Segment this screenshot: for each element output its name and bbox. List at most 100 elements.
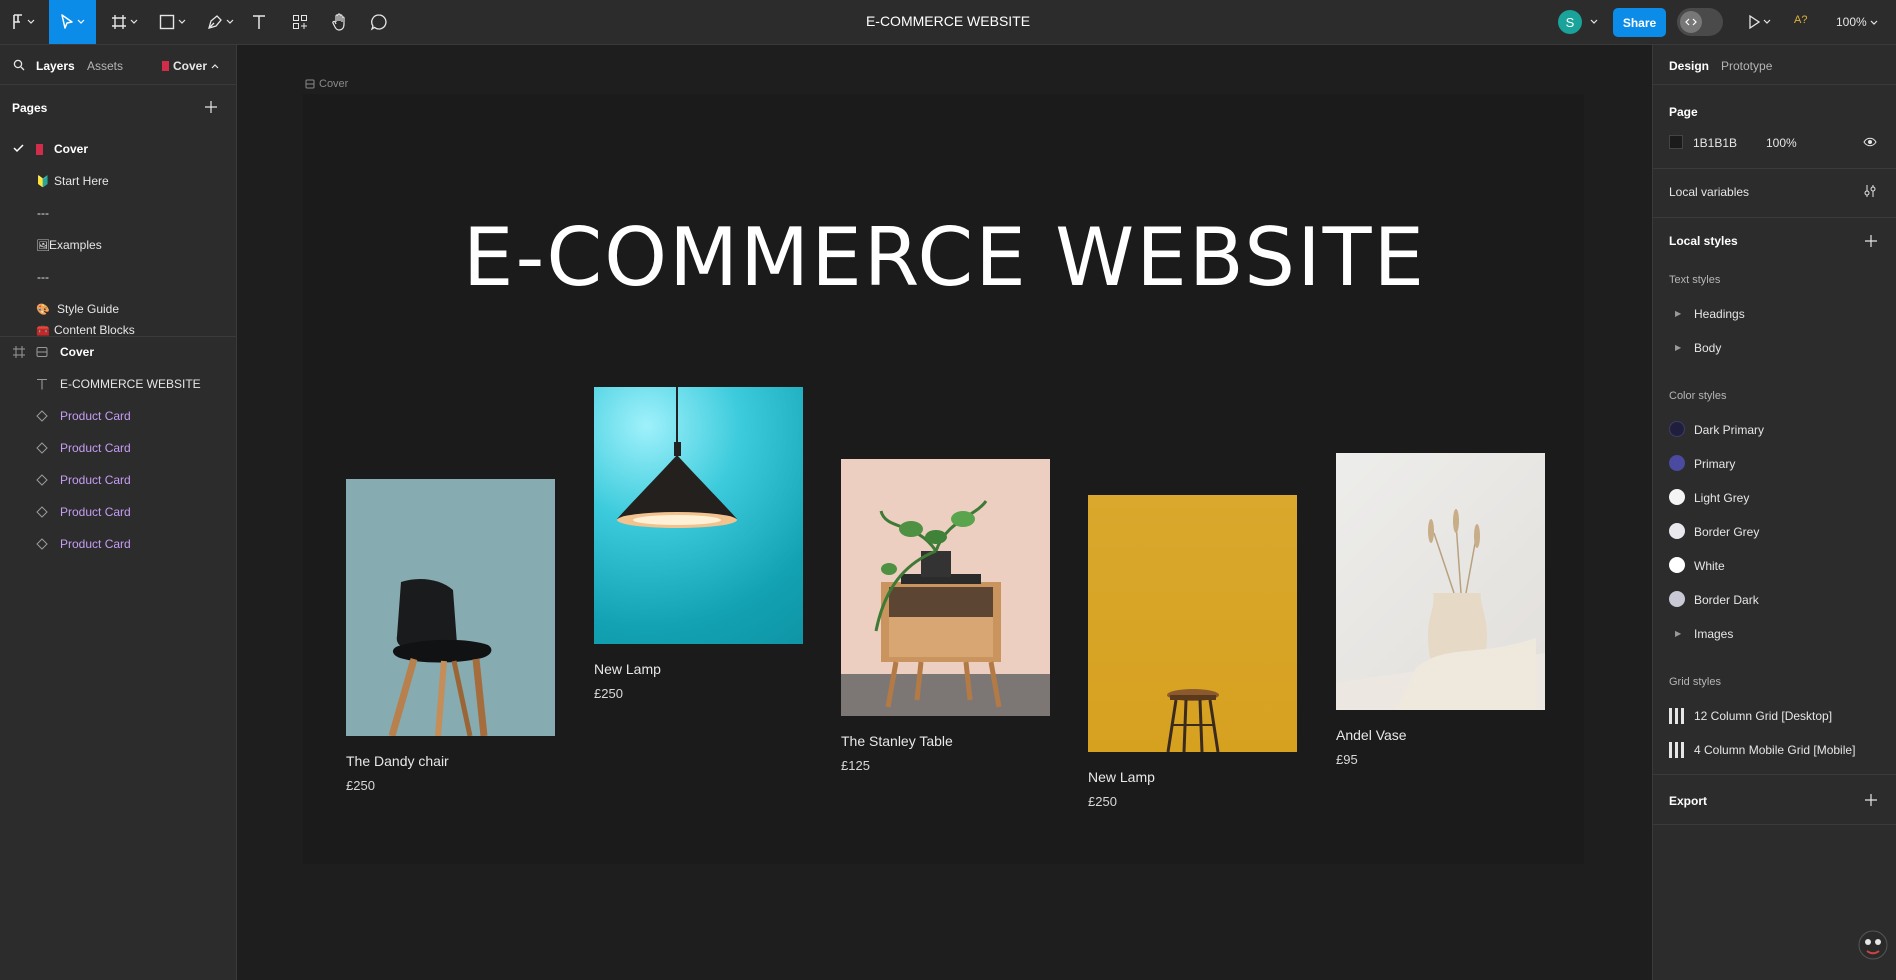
color-style-name[interactable]: White — [1694, 559, 1725, 573]
color-swatch[interactable] — [1669, 421, 1685, 437]
color-styles-title: Color styles — [1669, 390, 1727, 402]
page-item-start-here[interactable]: 🔰 Start Here — [0, 170, 236, 192]
layer-row-component[interactable]: Product Card — [0, 533, 236, 555]
comment-tool-button[interactable] — [366, 0, 392, 44]
page-item-style-guide[interactable]: 🎨 Style Guide — [0, 298, 236, 320]
color-style-name[interactable]: Light Grey — [1694, 491, 1749, 505]
add-style-icon[interactable] — [1865, 235, 1877, 247]
canvas[interactable]: Cover E-COMMERCE WEBSITE The Dandy chair… — [237, 45, 1652, 980]
color-style-name[interactable]: Dark Primary — [1694, 423, 1764, 437]
resources-tool-button[interactable] — [287, 0, 313, 44]
page-item-divider[interactable]: --- — [0, 202, 236, 224]
expand-icon[interactable]: ▶ — [1675, 343, 1681, 352]
page-color-input[interactable]: 1B1B1B — [1693, 136, 1737, 150]
layer-label: Product Card — [60, 473, 131, 487]
color-style-name[interactable]: Border Dark — [1694, 593, 1759, 607]
product-price: £250 — [346, 778, 375, 793]
product-price: £250 — [594, 686, 623, 701]
page-item-divider[interactable]: --- — [0, 266, 236, 288]
text-tool-button[interactable] — [246, 0, 272, 44]
color-swatch[interactable] — [1669, 557, 1685, 573]
page-item-examples[interactable]: 🖼 Examples — [0, 234, 236, 256]
chevron-down-icon — [226, 19, 233, 24]
expand-icon[interactable]: ▶ — [1675, 629, 1681, 638]
page-emoji-icon: 🎨 — [36, 303, 50, 316]
page-label: --- — [37, 206, 49, 220]
expand-icon[interactable]: ▶ — [1675, 309, 1681, 318]
tab-layers[interactable]: Layers — [36, 59, 75, 73]
share-button[interactable]: Share — [1613, 8, 1666, 37]
divider — [1653, 774, 1896, 775]
cover-page-icon — [162, 61, 169, 71]
code-icon — [1680, 11, 1702, 33]
color-swatch[interactable] — [1669, 591, 1685, 607]
hero-title[interactable]: E-COMMERCE WEBSITE — [237, 211, 1652, 304]
frame-label-text: Cover — [319, 78, 349, 90]
chevron-down-icon — [27, 19, 34, 24]
file-title[interactable]: E-COMMERCE WEBSITE — [866, 13, 1030, 29]
section-icon — [305, 79, 315, 89]
product-name: New Lamp — [594, 661, 661, 677]
layer-label: Product Card — [60, 505, 131, 519]
page-emoji-icon — [36, 144, 43, 155]
grid-style-name[interactable]: 4 Column Mobile Grid [Mobile] — [1694, 743, 1855, 757]
shape-tool-button[interactable] — [155, 0, 189, 44]
layer-row-component[interactable]: Product Card — [0, 501, 236, 523]
layer-row-component[interactable]: Product Card — [0, 437, 236, 459]
font-warning-icon[interactable]: A? — [1794, 14, 1807, 26]
help-mascot-icon[interactable] — [1856, 925, 1890, 965]
text-style-group[interactable]: Headings — [1694, 307, 1745, 321]
layer-row-component[interactable]: Product Card — [0, 405, 236, 427]
tab-assets[interactable]: Assets — [87, 59, 123, 73]
tab-design[interactable]: Design — [1669, 59, 1709, 73]
rectangle-icon — [159, 14, 174, 30]
divider — [1653, 824, 1896, 825]
figma-app: E-COMMERCE WEBSITE S Share A? 100% Layer… — [0, 0, 1896, 980]
layer-row-text[interactable]: E-COMMERCE WEBSITE — [0, 373, 236, 395]
grid-style-name[interactable]: 12 Column Grid [Desktop] — [1694, 709, 1832, 723]
local-styles-title: Local styles — [1669, 234, 1738, 248]
color-swatch[interactable] — [1669, 523, 1685, 539]
color-swatch[interactable] — [1669, 455, 1685, 471]
right-panel: Design Prototype Page 1B1B1B 100% Local … — [1652, 45, 1896, 980]
page-item-content-blocks[interactable]: 🧰 Content Blocks — [0, 322, 236, 336]
text-style-group[interactable]: Body — [1694, 341, 1721, 355]
main-menu-button[interactable] — [6, 0, 40, 44]
divider — [1653, 168, 1896, 169]
section-icon — [36, 347, 48, 357]
dev-mode-toggle[interactable] — [1677, 8, 1723, 36]
layer-row-frame[interactable]: Cover — [0, 341, 236, 363]
add-export-icon[interactable] — [1865, 794, 1877, 806]
file-title-container: E-COMMERCE WEBSITE — [0, 13, 1896, 29]
color-style-group[interactable]: Images — [1694, 627, 1733, 641]
color-style-name[interactable]: Primary — [1694, 457, 1735, 471]
search-icon[interactable] — [13, 59, 25, 71]
chevron-down-icon[interactable] — [1590, 19, 1598, 25]
pen-icon — [207, 15, 222, 29]
color-swatch[interactable] — [1669, 489, 1685, 505]
eye-icon[interactable] — [1863, 137, 1877, 147]
frame-label[interactable]: Cover — [305, 78, 348, 90]
page-switcher[interactable]: Cover — [162, 59, 219, 73]
chevron-down-icon — [178, 19, 185, 24]
move-tool-button[interactable] — [49, 0, 96, 44]
variables-settings-icon[interactable] — [1863, 184, 1877, 198]
hand-tool-button[interactable] — [327, 0, 353, 44]
page-item-cover[interactable]: Cover — [0, 138, 236, 160]
avatar[interactable]: S — [1558, 10, 1582, 34]
add-page-icon[interactable] — [205, 101, 217, 113]
present-button[interactable] — [1741, 0, 1777, 44]
page-label: Style Guide — [57, 302, 120, 316]
text-styles-title: Text styles — [1669, 274, 1721, 286]
page-opacity-input[interactable]: 100% — [1766, 136, 1797, 150]
color-style-name[interactable]: Border Grey — [1694, 525, 1759, 539]
frame-tool-button[interactable] — [106, 0, 142, 44]
product-name: The Dandy chair — [346, 753, 449, 769]
tab-prototype[interactable]: Prototype — [1721, 59, 1772, 73]
pen-tool-button[interactable] — [203, 0, 237, 44]
layer-row-component[interactable]: Product Card — [0, 469, 236, 491]
local-variables-title[interactable]: Local variables — [1669, 185, 1749, 199]
layer-label: Product Card — [60, 441, 131, 455]
zoom-menu[interactable]: 100% — [1836, 15, 1878, 29]
page-color-swatch[interactable] — [1669, 135, 1683, 149]
